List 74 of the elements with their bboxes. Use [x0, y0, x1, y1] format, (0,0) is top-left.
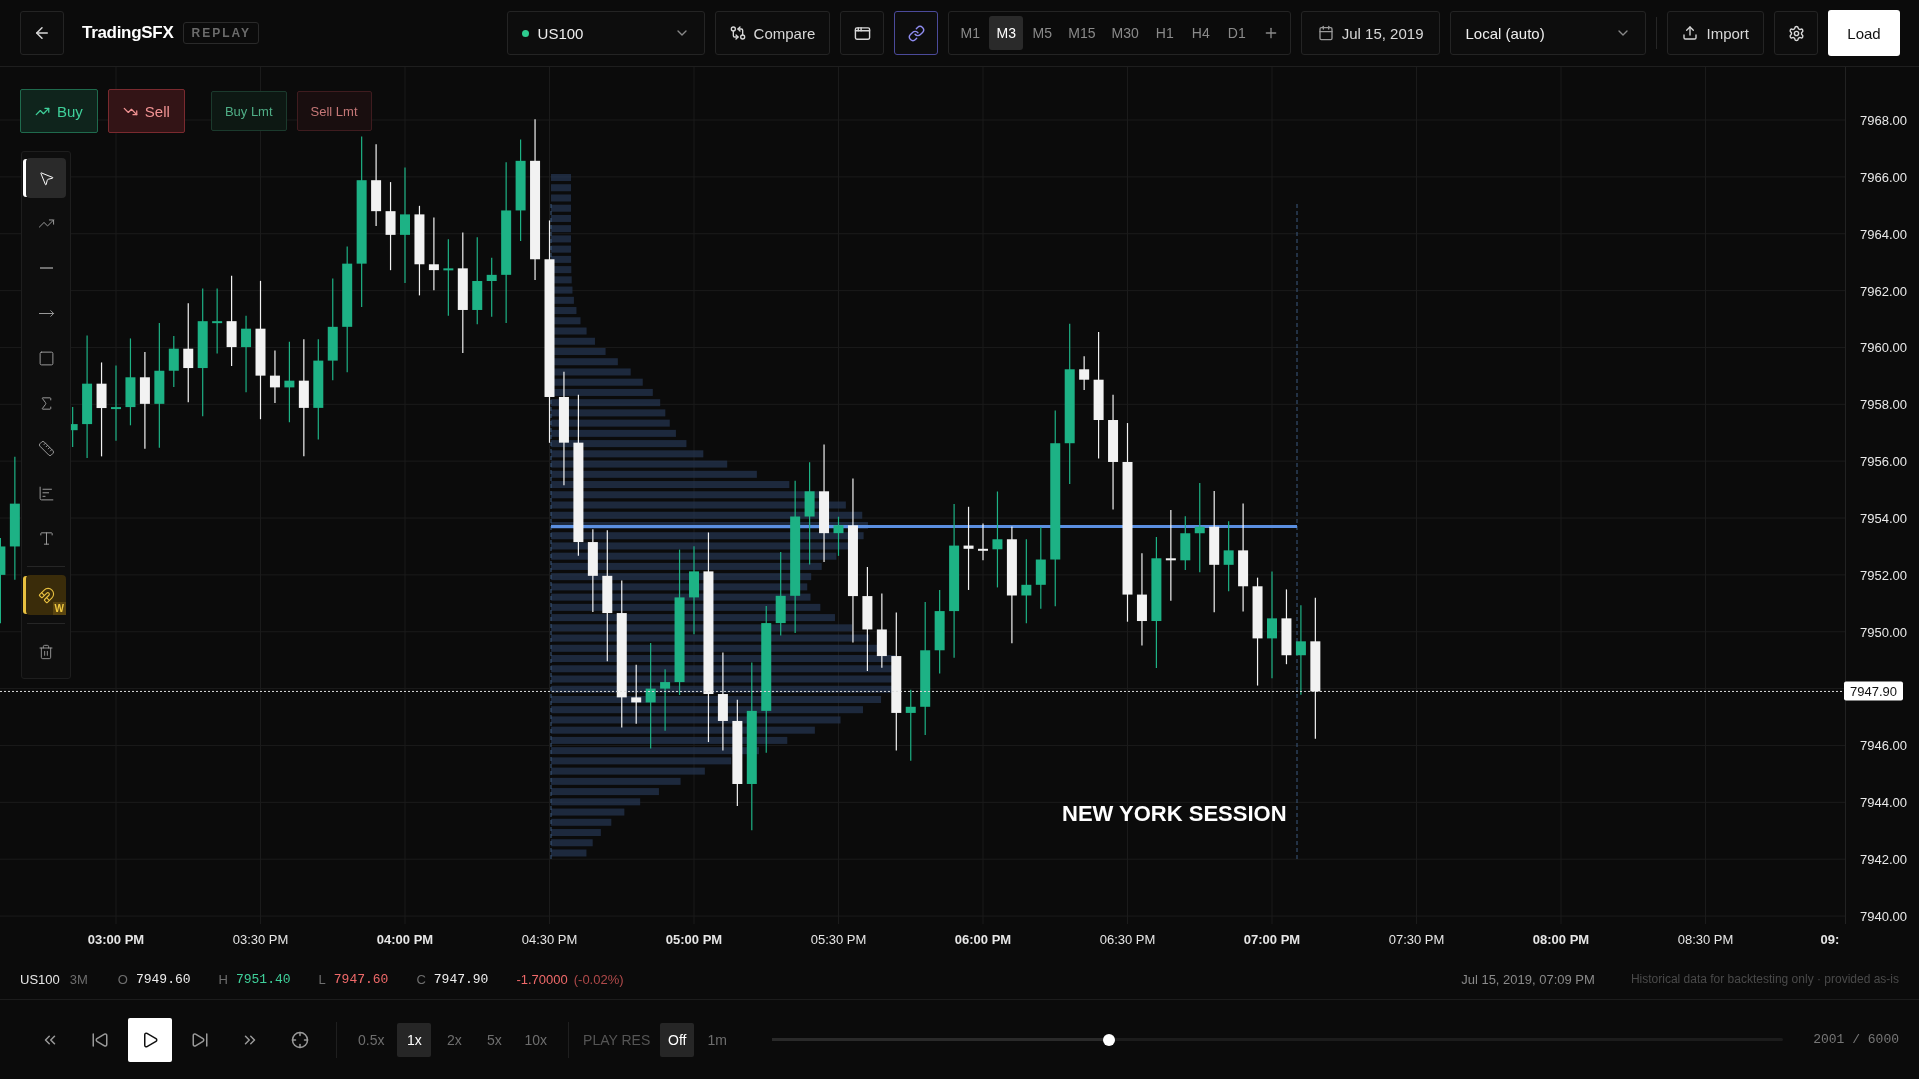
price-tick-label: 7952.00 — [1860, 567, 1907, 583]
timeframe-tab[interactable]: H1 — [1147, 16, 1182, 50]
speed-option[interactable]: 0.5x — [351, 1022, 392, 1057]
timeframe-tab[interactable]: M30 — [1104, 16, 1146, 50]
current-price-label: 7947.90 — [1844, 681, 1903, 701]
change-percent: (-0.02%) — [573, 971, 624, 987]
speed-option[interactable]: 10x — [517, 1022, 555, 1057]
time-tick-label: 06:00 PM — [954, 932, 1012, 947]
order-button[interactable]: Sell — [107, 89, 185, 133]
price-tick-label: 7940.00 — [1860, 908, 1907, 924]
time-tick-label: 06:30 PM — [1099, 932, 1156, 947]
ohlc-value: 7947.90 — [433, 971, 489, 987]
time-tick-label: 05:30 PM — [810, 932, 867, 947]
timeframe-tab[interactable]: M15 — [1061, 16, 1103, 50]
ohlc-label: H — [218, 971, 228, 987]
price-tick-label: 7958.00 — [1860, 396, 1907, 412]
timeframe-tab[interactable]: H4 — [1183, 16, 1218, 50]
ohlc-label: O — [117, 971, 128, 987]
price-tick-label: 7968.00 — [1860, 112, 1907, 128]
hotkey-badge: W — [52, 602, 66, 615]
timezone-select[interactable]: Local (auto) — [1450, 11, 1647, 55]
ohlc-value: 7951.40 — [235, 971, 291, 987]
price-tick-label: 7960.00 — [1860, 339, 1907, 355]
timeframe-tab[interactable]: M5 — [1025, 16, 1060, 50]
resolution-option[interactable]: 1m — [700, 1022, 735, 1057]
price-tick-label: 7944.00 — [1860, 794, 1907, 810]
ohlc-label: C — [416, 971, 426, 987]
price-tick-label: 7962.00 — [1860, 283, 1907, 299]
interval-label: 3M — [69, 971, 88, 987]
load-button[interactable]: Load — [1828, 10, 1900, 56]
time-tick-label: 03:00 PM — [87, 932, 145, 947]
time-tick-label: 08:30 PM — [1677, 932, 1734, 947]
price-tick-label: 7966.00 — [1860, 169, 1907, 185]
progress-counter: 2001 / 6000 — [1813, 1032, 1899, 1047]
compare-button[interactable]: Compare — [714, 11, 831, 55]
timeframe-tab[interactable]: M1 — [953, 16, 988, 50]
timeframe-tab[interactable]: D1 — [1219, 16, 1254, 50]
time-tick-label: 03:30 PM — [232, 932, 289, 947]
timestamp: Jul 15, 2019, 07:09 PM — [1461, 971, 1595, 987]
time-tick-label: 09: — [1820, 932, 1840, 947]
time-tick-label: 07:30 PM — [1388, 932, 1445, 947]
timeframe-tab[interactable]: M3 — [989, 16, 1024, 50]
speed-option[interactable]: 2x — [437, 1022, 472, 1057]
order-button[interactable]: Sell Lmt — [296, 91, 372, 131]
resolution-option[interactable]: Off — [660, 1022, 695, 1057]
app-title: TradingSFX — [82, 23, 174, 43]
speed-option[interactable]: 1x — [397, 1022, 432, 1057]
price-tick-label: 7954.00 — [1860, 510, 1907, 526]
speed-option[interactable]: 5x — [477, 1022, 512, 1057]
price-tick-label: 7946.00 — [1860, 737, 1907, 753]
ohlc-value: 7947.60 — [333, 971, 389, 987]
time-tick-label: 04:30 PM — [521, 932, 578, 947]
time-tick-label: 07:00 PM — [1243, 932, 1301, 947]
disclaimer-text: Historical data for backtesting only · provided as-is — [1630, 972, 1899, 986]
order-button[interactable]: Buy Lmt — [210, 91, 287, 131]
change-value: -1.70000 — [516, 971, 568, 987]
import-button[interactable]: Import — [1667, 11, 1764, 55]
play-res-label: PLAY RES — [583, 1031, 651, 1048]
time-tick-label: 05:00 PM — [665, 932, 723, 947]
price-tick-label: 7950.00 — [1860, 624, 1907, 640]
magnet-tool[interactable]: W — [26, 575, 66, 615]
session-label: NEW YORK SESSION — [1062, 801, 1287, 827]
price-tick-label: 7942.00 — [1860, 851, 1907, 867]
date-button[interactable]: Jul 15, 2019 — [1300, 11, 1441, 55]
symbol-select[interactable]: US100 — [506, 11, 705, 55]
ohlc-value: 7949.60 — [135, 971, 191, 987]
time-tick-label: 08:00 PM — [1532, 932, 1590, 947]
order-button[interactable]: Buy — [20, 89, 98, 133]
replay-badge: REPLAY — [183, 22, 260, 44]
symbol-label: US100 — [20, 971, 60, 987]
price-tick-label: 7964.00 — [1860, 226, 1907, 242]
price-tick-label: 7956.00 — [1860, 453, 1907, 469]
time-tick-label: 04:00 PM — [376, 932, 434, 947]
ohlc-label: L — [318, 971, 326, 987]
